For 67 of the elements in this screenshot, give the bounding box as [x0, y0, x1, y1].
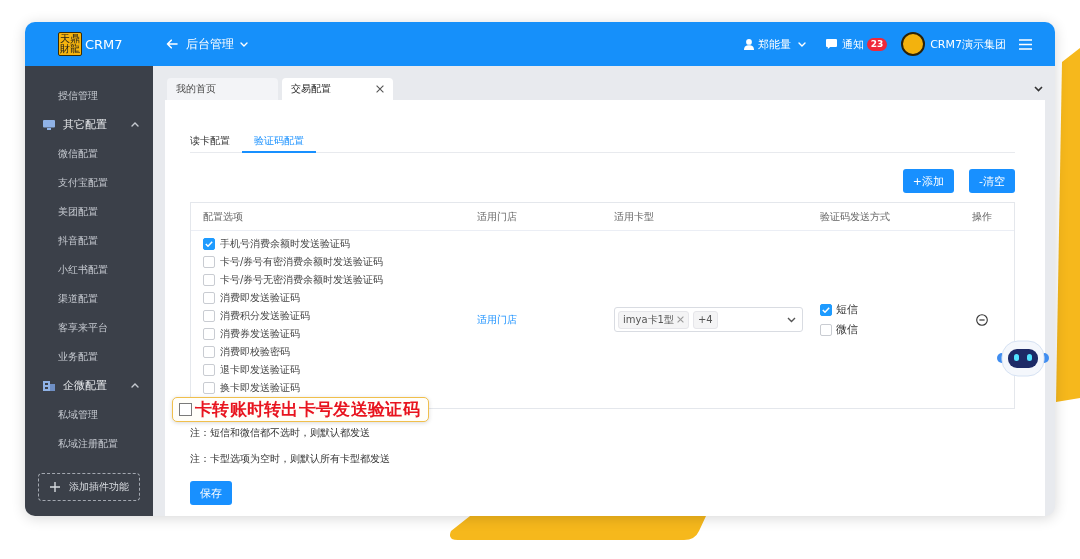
user-icon [743, 38, 754, 50]
sidebar-group[interactable]: 其它配置 [25, 110, 153, 139]
count-badge: 23 [866, 37, 888, 51]
caret-icon [797, 41, 806, 47]
column-header: 适用卡型 [602, 203, 808, 231]
sidebar-item[interactable]: 美团配置 [25, 197, 153, 226]
card-type-tag[interactable]: imya卡1型 [618, 310, 689, 329]
option-label: 手机号消费余额时发送验证码 [220, 237, 350, 251]
menu-icon[interactable] [1019, 38, 1032, 50]
page-tab[interactable]: 我的首页 [167, 78, 278, 100]
caret-icon [240, 41, 248, 47]
option-label: 卡号/券号有密消费余额时发送验证码 [220, 255, 384, 269]
plus-icon [49, 482, 60, 492]
sidebar-item[interactable]: 私域注册配置 [25, 429, 153, 458]
sidebar-item[interactable]: 私域管理 [25, 400, 153, 429]
more-tag: +4 [692, 310, 718, 329]
chat-icon [825, 39, 837, 49]
chevron-down-icon[interactable] [1034, 86, 1043, 92]
option-label: 卡号/券号无密消费余额时发送验证码 [220, 273, 384, 287]
option-label: 换卡即发送验证码 [220, 381, 300, 395]
checkbox[interactable] [203, 364, 215, 376]
sidebar-item[interactable]: 授信管理 [25, 81, 153, 110]
app-name: CRM7 [85, 36, 123, 52]
checkbox[interactable] [203, 292, 215, 304]
sidebar-item[interactable]: 渠道配置 [25, 284, 153, 313]
sidebar-item[interactable]: 业务配置 [25, 342, 153, 371]
close-icon[interactable] [376, 85, 384, 93]
checkbox[interactable] [203, 346, 215, 358]
checkbox[interactable] [203, 238, 215, 250]
checkbox[interactable] [820, 303, 832, 316]
option-label: 消费即发送验证码 [220, 291, 300, 305]
sidebar-item[interactable]: 微信配置 [25, 139, 153, 168]
option-label: 消费券发送验证码 [220, 327, 300, 341]
checkbox[interactable] [820, 323, 832, 336]
checkbox[interactable] [203, 274, 215, 286]
avatar-icon[interactable] [901, 32, 926, 56]
column-header: 验证码发送方式 [808, 203, 950, 231]
checkbox[interactable] [203, 328, 215, 340]
monitor-icon [43, 119, 55, 130]
config-tab[interactable]: 读卡配置 [190, 130, 242, 153]
checkbox[interactable] [203, 256, 215, 268]
remove-icon[interactable] [976, 313, 988, 326]
method-label: 短信 [836, 302, 858, 317]
note-text: 注：卡型选项为空时，则默认所有卡型都发送 [190, 452, 390, 466]
checkbox[interactable] [203, 382, 215, 394]
note-text: 注：短信和微信都不选时，则默认都发送 [190, 426, 370, 440]
column-header: 适用门店 [465, 203, 602, 231]
page-tab[interactable]: 交易配置 [282, 78, 393, 100]
method-label: 微信 [836, 322, 858, 337]
option-label: 消费积分发送验证码 [220, 309, 310, 323]
column-header: 操作 [950, 203, 1014, 231]
sidebar-item[interactable]: 小红书配置 [25, 255, 153, 284]
column-header: 配置选项 [191, 203, 465, 231]
back-arrow-icon[interactable] [166, 39, 178, 49]
card-type-select[interactable]: imya卡1型 +4 [614, 307, 803, 332]
building-icon [43, 380, 55, 391]
option-label: 退卡即发送验证码 [220, 363, 300, 377]
chevron-down-icon [787, 316, 796, 323]
add-plugin-button[interactable]: 添加插件功能 [38, 473, 140, 501]
logo: 天鼎財龍 [58, 32, 82, 56]
sidebar-item[interactable]: 支付宝配置 [25, 168, 153, 197]
sidebar-item[interactable]: 抖音配置 [25, 226, 153, 255]
callout-text: 卡转账时转出卡号发送验证码 [195, 401, 420, 418]
checkbox[interactable] [203, 310, 215, 322]
sidebar-group[interactable]: 企微配置 [25, 371, 153, 400]
option-label: 消费即校验密码 [220, 345, 290, 359]
sidebar-item[interactable]: 客享来平台 [25, 313, 153, 342]
